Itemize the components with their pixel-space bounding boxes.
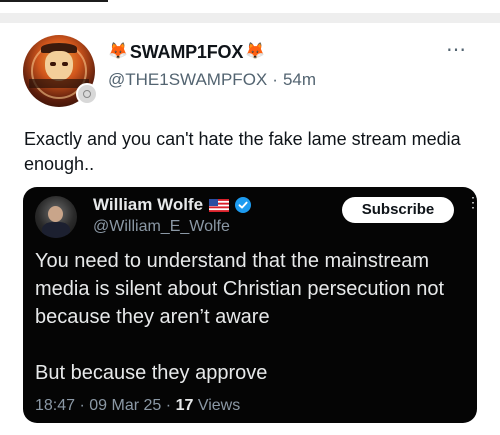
fox-emoji-icon: 🦊 <box>108 43 128 60</box>
quoted-post-card[interactable]: William Wolfe @William_E_Wolfe Subscribe… <box>23 187 477 423</box>
quoted-name-row: William Wolfe <box>93 195 252 215</box>
section-divider <box>0 13 500 23</box>
quoted-text-line: But because they approve <box>35 362 268 384</box>
meta-separator: · <box>272 70 278 89</box>
quoted-avatar[interactable] <box>35 196 77 238</box>
quoted-text-line: You need to understand that the mainstre… <box>35 250 445 328</box>
views-label: Views <box>197 397 241 414</box>
subscribe-button[interactable]: Subscribe <box>342 197 454 223</box>
quoted-post-text: You need to understand that the mainstre… <box>35 247 467 387</box>
quoted-time: 18:47 <box>35 397 76 414</box>
fox-emoji-icon: 🦊 <box>245 43 266 60</box>
author-name-row[interactable]: 🦊 SWAMP1FOX 🦊 <box>108 40 265 64</box>
quoted-more-options-icon[interactable]: ⋮ <box>466 195 477 209</box>
verified-badge-icon <box>235 197 252 213</box>
quoted-display-name[interactable]: William Wolfe <box>93 195 203 215</box>
author-meta: @THE1SWAMPFOX · 54m <box>108 70 316 90</box>
quoted-handle[interactable]: @William_E_Wolfe <box>93 218 230 236</box>
affiliate-badge-icon <box>76 83 98 105</box>
quoted-post-meta: 18:47 · 09 Mar 25 · 17 Views <box>35 397 241 414</box>
us-flag-icon <box>209 198 230 212</box>
quoted-date: 09 Mar 25 <box>89 397 162 414</box>
author-handle[interactable]: @THE1SWAMPFOX <box>108 70 267 90</box>
views-count: 17 <box>175 397 194 414</box>
more-options-icon[interactable]: ⋯ <box>446 40 467 60</box>
author-display-name[interactable]: SWAMP1FOX <box>130 42 243 63</box>
tab-indicator <box>0 0 108 2</box>
post-text: Exactly and you can't hate the fake lame… <box>24 129 461 174</box>
post-time[interactable]: 54m <box>283 70 316 90</box>
